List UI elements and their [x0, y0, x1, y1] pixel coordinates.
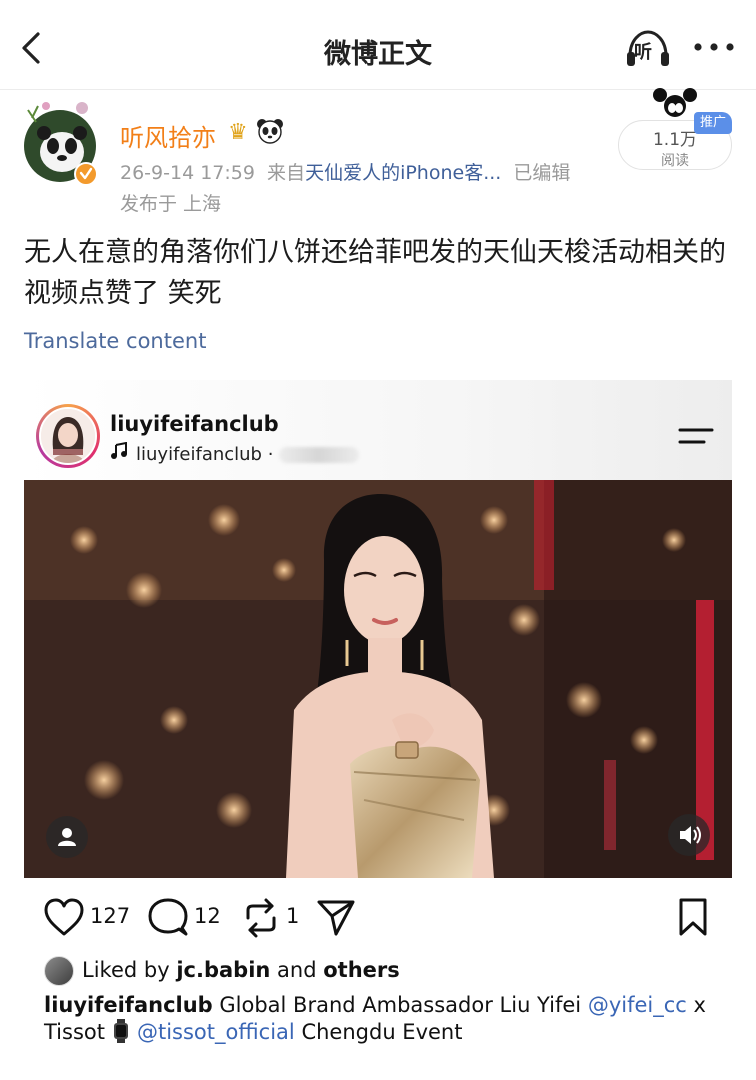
mickey-icon — [653, 88, 697, 117]
listen-label: 听 — [634, 42, 652, 63]
blurred-text — [279, 447, 360, 463]
bookmark-icon[interactable] — [676, 896, 710, 940]
caption-brand: Tissot — [44, 1020, 105, 1044]
person-icon[interactable] — [46, 816, 88, 858]
caption-username[interactable]: liuyifeifanclub — [44, 993, 213, 1017]
repost-icon[interactable] — [242, 896, 280, 940]
ig-audio-text: liuyifeifanclub · — [136, 444, 274, 465]
liker-avatar[interactable] — [44, 956, 74, 986]
liked-by-and: and — [277, 958, 317, 982]
read-label: 阅读 — [661, 153, 689, 169]
menu-lines-icon[interactable] — [678, 424, 714, 448]
more-dots-icon[interactable] — [690, 36, 738, 58]
liked-by-prefix: Liked by — [82, 958, 170, 982]
ig-caption: liuyifeifanclub Global Brand Ambassador … — [44, 992, 716, 1046]
panda-icon — [257, 119, 283, 144]
edited-label[interactable]: 已编辑 — [513, 162, 570, 184]
liked-by-others[interactable]: others — [323, 958, 400, 982]
caption-text-1: Global Brand Ambassador Liu Yifei — [219, 993, 582, 1017]
post-body: 无人在意的角落你们八饼还给菲吧发的天仙天梭活动相关的视频点赞了 笑死 — [24, 237, 726, 309]
share-icon[interactable] — [316, 896, 356, 940]
heart-icon[interactable] — [44, 896, 84, 940]
author-name[interactable]: 听风拾亦 — [120, 118, 216, 153]
post-timestamp: 26-9-14 17:59 — [120, 162, 255, 184]
like-count: 127 — [90, 904, 131, 928]
caption-text-2: Chengdu Event — [301, 1020, 463, 1044]
repost-count: 1 — [286, 904, 300, 928]
sound-icon[interactable] — [668, 814, 710, 856]
comment-count: 12 — [194, 904, 221, 928]
crown-icon: ♛ — [228, 120, 248, 145]
ig-username[interactable]: liuyifeifanclub — [110, 412, 279, 436]
post-photo[interactable] — [24, 480, 732, 878]
verified-icon — [74, 162, 98, 186]
post-meta: 26-9-14 17:59 来自天仙爱人的iPhone客... 已编辑 — [120, 158, 570, 185]
caption-mention-yifei[interactable]: @yifei_cc — [588, 993, 687, 1017]
promote-badge[interactable]: 推广 — [694, 112, 732, 134]
translate-link[interactable]: Translate content — [24, 329, 206, 353]
liked-by-line: Liked by jc.babin and others — [44, 956, 400, 988]
caption-x: x — [693, 993, 706, 1017]
post-source-link[interactable]: 天仙爱人的iPhone客... — [305, 162, 501, 184]
nav-bar: 微博正文 听 — [0, 0, 756, 90]
caption-mention-tissot[interactable]: @tissot_official — [137, 1020, 295, 1044]
ig-audio-line[interactable]: liuyifeifanclub · — [110, 442, 360, 465]
comment-icon[interactable] — [148, 896, 188, 940]
ig-avatar[interactable] — [36, 404, 100, 468]
music-note-icon — [111, 442, 127, 459]
post-location: 发布于 上海 — [120, 193, 222, 215]
liker-username[interactable]: jc.babin — [176, 958, 270, 982]
author-avatar[interactable] — [22, 100, 100, 186]
watch-icon — [113, 1019, 128, 1043]
embedded-instagram-card[interactable]: liuyifeifanclub liuyifeifanclub · 127 12… — [24, 380, 732, 1060]
source-prefix: 来自 — [267, 162, 306, 184]
photo-illustration — [24, 480, 732, 878]
action-bar: 127 12 1 — [24, 896, 732, 940]
